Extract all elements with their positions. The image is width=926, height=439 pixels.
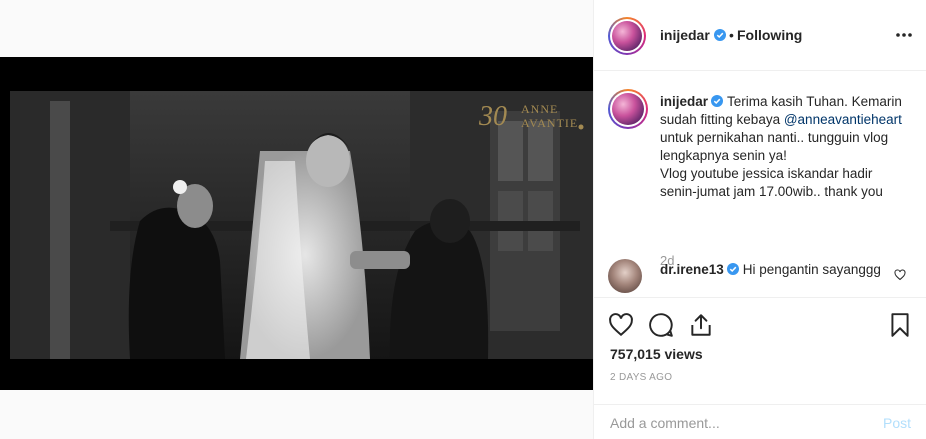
bookmark-icon[interactable] [887, 312, 913, 338]
post-comment-button[interactable]: Post [883, 415, 911, 431]
video-player[interactable]: 30 ANNE AVANTIE [0, 57, 593, 390]
heart-icon[interactable] [608, 312, 634, 338]
comment-icon[interactable] [648, 312, 674, 338]
watermark-logo: 30 ANNE AVANTIE [477, 97, 587, 133]
watermark-line2: AVANTIE [521, 116, 578, 130]
header-username[interactable]: inijedar [660, 27, 726, 43]
comment-body: Hi pengantin sayanggg [742, 262, 881, 277]
header-username-text[interactable]: inijedar [660, 27, 710, 43]
comment-like-heart-icon[interactable] [894, 269, 906, 281]
watermark-number: 30 [478, 101, 507, 132]
verified-badge-icon [713, 29, 726, 41]
verified-badge-icon [711, 95, 724, 107]
verified-badge-icon [726, 263, 739, 275]
share-icon[interactable] [688, 312, 714, 338]
post-header: inijedar • Following [594, 0, 926, 71]
media-pane: 30 ANNE AVANTIE [0, 0, 593, 439]
post-sidebar: inijedar • Following inijedar Terima kasi… [593, 0, 926, 439]
caption-username[interactable]: inijedar [660, 94, 708, 109]
views-count[interactable]: 757,015 views [610, 346, 703, 362]
comment-username[interactable]: dr.irene13 [660, 262, 724, 277]
comment-avatar[interactable] [608, 259, 642, 293]
caption-mention-link[interactable]: @anneavantieheart [784, 112, 902, 127]
caption-avatar[interactable] [608, 89, 648, 129]
action-bar: 757,015 views 2 DAYS AGO [594, 297, 926, 395]
comment-text: dr.irene13 Hi pengantin sayanggg [660, 261, 888, 279]
post-timestamp[interactable]: 2 DAYS AGO [610, 372, 672, 383]
watermark-line1: ANNE [521, 102, 558, 116]
comments-section[interactable]: inijedar Terima kasih Tuhan. Kemarin suda… [594, 71, 926, 297]
avatar[interactable] [608, 17, 646, 55]
more-horizontal-icon[interactable] [895, 27, 913, 43]
add-comment-bar: Post [594, 404, 926, 439]
header-separator: • [729, 27, 734, 43]
following-button[interactable]: Following [737, 27, 802, 43]
caption-text: inijedar Terima kasih Tuhan. Kemarin suda… [660, 93, 910, 201]
add-comment-input[interactable] [610, 413, 860, 433]
comment-item: dr.irene13 Hi pengantin sayanggg [608, 255, 918, 295]
